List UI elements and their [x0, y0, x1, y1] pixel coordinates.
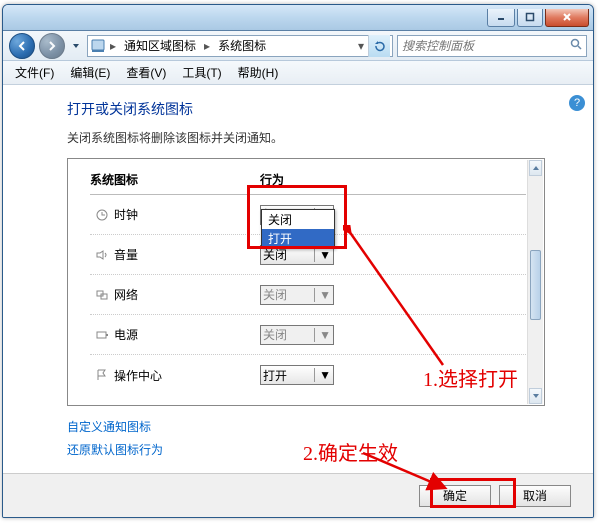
volume-icon	[90, 248, 114, 262]
scroll-thumb[interactable]	[530, 250, 541, 320]
breadcrumb-seg-1[interactable]: 通知区域图标	[120, 36, 200, 56]
titlebar[interactable]	[3, 5, 593, 31]
search-input[interactable]	[402, 39, 570, 53]
flag-icon	[90, 368, 114, 382]
footer: 确定 取消	[3, 473, 593, 517]
close-button[interactable]	[545, 9, 589, 27]
help-icon[interactable]: ?	[569, 95, 585, 111]
content-area: ? 打开或关闭系统图标 关闭系统图标将删除该图标并关闭通知。 系统图标 行为 时…	[3, 85, 593, 475]
power-icon	[90, 328, 114, 342]
scroll-down-button[interactable]	[529, 388, 542, 404]
back-button[interactable]	[9, 33, 35, 59]
power-select[interactable]: 关闭▼	[260, 325, 334, 345]
menu-view[interactable]: 查看(V)	[118, 61, 174, 84]
refresh-button[interactable]	[368, 35, 390, 57]
links-area: 自定义通知图标 还原默认图标行为	[67, 416, 545, 462]
volume-dropdown-list[interactable]: 关闭 打开	[261, 209, 335, 249]
menu-help[interactable]: 帮助(H)	[230, 61, 287, 84]
scrollbar[interactable]	[527, 160, 543, 404]
row-action-center: 操作中心 打开▼	[90, 355, 526, 395]
menu-tools[interactable]: 工具(T)	[174, 61, 229, 84]
forward-button[interactable]	[39, 33, 65, 59]
chevron-down-icon: ▼	[314, 288, 331, 302]
row-label: 电源	[114, 326, 260, 343]
page-title: 打开或关闭系统图标	[67, 99, 545, 119]
minimize-button[interactable]	[487, 9, 515, 27]
history-dropdown-icon[interactable]	[69, 35, 83, 57]
row-label: 网络	[114, 286, 260, 303]
control-panel-window: ▸ 通知区域图标 ▸ 系统图标 ▾ 文件(F) 编辑(E) 查看(V) 工具(T…	[2, 4, 594, 518]
row-power: 电源 关闭▼	[90, 315, 526, 355]
row-label: 操作中心	[114, 367, 260, 384]
chevron-right-icon: ▸	[202, 39, 212, 53]
action-select[interactable]: 打开▼	[260, 365, 334, 385]
chevron-down-icon: ▼	[314, 248, 331, 262]
link-customize[interactable]: 自定义通知图标	[67, 420, 151, 434]
col-header-behavior: 行为	[260, 171, 430, 188]
maximize-button[interactable]	[517, 9, 543, 27]
ok-button[interactable]: 确定	[419, 485, 491, 507]
control-panel-icon	[90, 38, 106, 54]
scroll-up-button[interactable]	[529, 160, 542, 176]
cancel-button[interactable]: 取消	[499, 485, 571, 507]
col-header-icon: 系统图标	[90, 171, 260, 188]
menu-bar: 文件(F) 编辑(E) 查看(V) 工具(T) 帮助(H)	[3, 61, 593, 85]
chevron-down-icon[interactable]: ▾	[356, 39, 366, 53]
icons-panel: 系统图标 行为 时钟 打开▼ 音量 关闭▼ 网络 关闭▼	[67, 158, 545, 406]
search-box[interactable]	[397, 35, 587, 57]
row-label: 音量	[114, 246, 260, 263]
dropdown-option-open[interactable]: 打开	[262, 229, 334, 248]
page-subtext: 关闭系统图标将删除该图标并关闭通知。	[67, 129, 545, 146]
network-select[interactable]: 关闭▼	[260, 285, 334, 305]
dropdown-option-close[interactable]: 关闭	[262, 210, 334, 229]
network-icon	[90, 288, 114, 302]
nav-row: ▸ 通知区域图标 ▸ 系统图标 ▾	[3, 31, 593, 61]
row-network: 网络 关闭▼	[90, 275, 526, 315]
chevron-down-icon: ▼	[314, 368, 331, 382]
menu-edit[interactable]: 编辑(E)	[62, 61, 118, 84]
row-label: 时钟	[114, 206, 260, 223]
menu-file[interactable]: 文件(F)	[7, 61, 62, 84]
chevron-down-icon: ▼	[314, 328, 331, 342]
search-icon	[570, 38, 582, 53]
address-bar[interactable]: ▸ 通知区域图标 ▸ 系统图标 ▾	[87, 35, 393, 57]
link-restore[interactable]: 还原默认图标行为	[67, 443, 163, 457]
breadcrumb-seg-2[interactable]: 系统图标	[214, 36, 270, 56]
clock-icon	[90, 208, 114, 222]
chevron-right-icon: ▸	[108, 39, 118, 53]
